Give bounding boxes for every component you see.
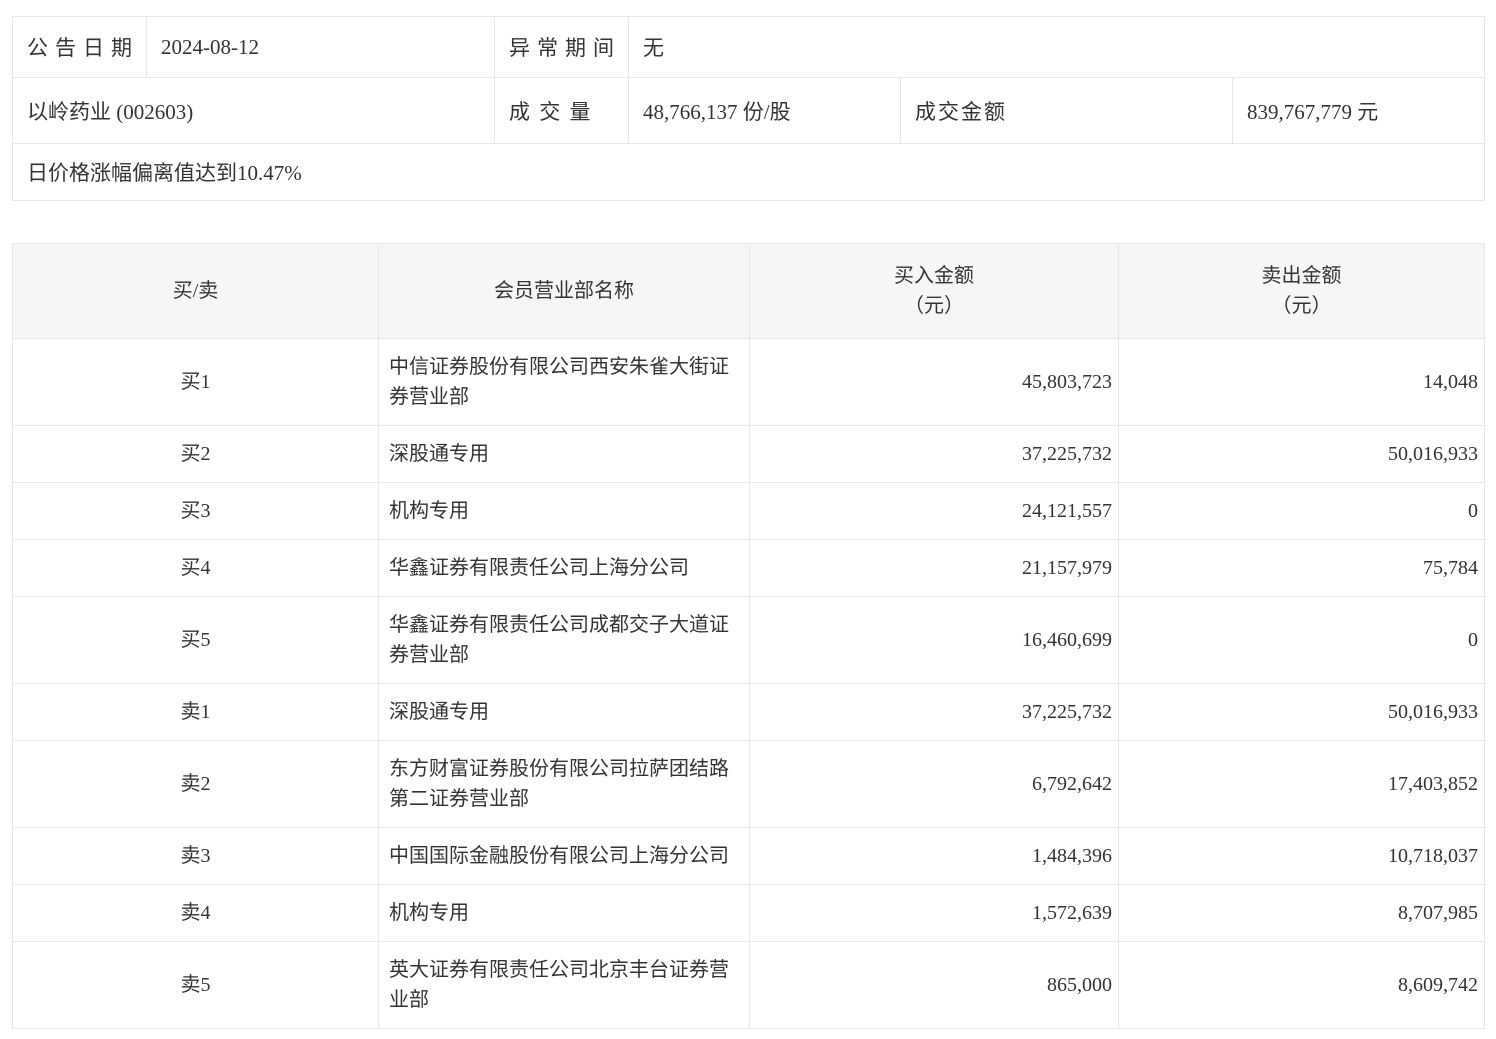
sell-amount-cell: 14,048 [1119,339,1485,426]
broker-seats-table: 买/卖 会员营业部名称 买入金额（元） 卖出金额（元） 买1 中信证券股份有限公… [12,243,1485,1029]
listing-reason: 日价格涨幅偏离值达到10.47% [13,144,1485,201]
table-row: 买1 中信证券股份有限公司西安朱雀大街证券营业部 45,803,723 14,0… [13,339,1485,426]
branch-name-cell: 中信证券股份有限公司西安朱雀大街证券营业部 [379,339,750,426]
branch-name-cell: 深股通专用 [379,684,750,741]
branch-name-cell: 英大证券有限责任公司北京丰台证券营业部 [379,942,750,1029]
header-branch: 会员营业部名称 [379,244,750,339]
branch-name-cell: 东方财富证券股份有限公司拉萨团结路第二证券营业部 [379,741,750,828]
table-row: 卖5 英大证券有限责任公司北京丰台证券营业部 865,000 8,609,742 [13,942,1485,1029]
volume-label: 成 交 量 [495,78,629,144]
header-side: 买/卖 [13,244,379,339]
branch-name-cell: 华鑫证券有限责任公司上海分公司 [379,540,750,597]
buy-amount-cell: 1,484,396 [750,828,1119,885]
header-buy-amount: 买入金额（元） [750,244,1119,339]
rank-cell: 卖3 [13,828,379,885]
page: 公告日期 2024-08-12 异常期间 无 以岭药业 (002603) 成 交… [0,0,1496,1039]
rank-cell: 买1 [13,339,379,426]
rank-cell: 卖4 [13,885,379,942]
summary-row-stock: 以岭药业 (002603) 成 交 量 48,766,137 份/股 成交金额 … [13,78,1485,144]
table-row: 买4 华鑫证券有限责任公司上海分公司 21,157,979 75,784 [13,540,1485,597]
buy-amount-cell: 6,792,642 [750,741,1119,828]
sell-amount-cell: 0 [1119,483,1485,540]
branch-name-cell: 中国国际金融股份有限公司上海分公司 [379,828,750,885]
table-row: 卖3 中国国际金融股份有限公司上海分公司 1,484,396 10,718,03… [13,828,1485,885]
summary-row-reason: 日价格涨幅偏离值达到10.47% [13,144,1485,201]
buy-amount-cell: 865,000 [750,942,1119,1029]
sell-amount-cell: 10,718,037 [1119,828,1485,885]
sell-amount-cell: 17,403,852 [1119,741,1485,828]
rank-cell: 买3 [13,483,379,540]
volume-value: 48,766,137 份/股 [629,78,901,144]
buy-amount-cell: 1,572,639 [750,885,1119,942]
table-header-row: 买/卖 会员营业部名称 买入金额（元） 卖出金额（元） [13,244,1485,339]
stock-name: 以岭药业 (002603) [13,78,495,144]
announce-date-label: 公告日期 [13,17,147,78]
sell-amount-cell: 50,016,933 [1119,426,1485,483]
rank-cell: 买5 [13,597,379,684]
rank-cell: 卖2 [13,741,379,828]
buy-amount-cell: 45,803,723 [750,339,1119,426]
sell-amount-cell: 8,609,742 [1119,942,1485,1029]
summary-table: 公告日期 2024-08-12 异常期间 无 以岭药业 (002603) 成 交… [12,16,1485,201]
turnover-value: 839,767,779 元 [1233,78,1485,144]
rank-cell: 买2 [13,426,379,483]
table-row: 卖4 机构专用 1,572,639 8,707,985 [13,885,1485,942]
sell-amount-cell: 75,784 [1119,540,1485,597]
buy-amount-cell: 21,157,979 [750,540,1119,597]
buy-amount-cell: 37,225,732 [750,426,1119,483]
header-sell-amount: 卖出金额（元） [1119,244,1485,339]
branch-name-cell: 华鑫证券有限责任公司成都交子大道证券营业部 [379,597,750,684]
rank-cell: 买4 [13,540,379,597]
buy-amount-cell: 24,121,557 [750,483,1119,540]
announce-date-value: 2024-08-12 [147,17,495,78]
abnormal-period-label: 异常期间 [495,17,629,78]
abnormal-period-value: 无 [629,17,1485,78]
sell-amount-cell: 8,707,985 [1119,885,1485,942]
table-row: 卖2 东方财富证券股份有限公司拉萨团结路第二证券营业部 6,792,642 17… [13,741,1485,828]
summary-row-date: 公告日期 2024-08-12 异常期间 无 [13,17,1485,78]
branch-name-cell: 深股通专用 [379,426,750,483]
rank-cell: 卖1 [13,684,379,741]
rank-cell: 卖5 [13,942,379,1029]
sell-amount-cell: 50,016,933 [1119,684,1485,741]
sell-amount-cell: 0 [1119,597,1485,684]
branch-name-cell: 机构专用 [379,885,750,942]
table-row: 买3 机构专用 24,121,557 0 [13,483,1485,540]
buy-amount-cell: 16,460,699 [750,597,1119,684]
table-row: 卖1 深股通专用 37,225,732 50,016,933 [13,684,1485,741]
table-row: 买2 深股通专用 37,225,732 50,016,933 [13,426,1485,483]
turnover-label: 成交金额 [901,78,1233,144]
buy-amount-cell: 37,225,732 [750,684,1119,741]
table-row: 买5 华鑫证券有限责任公司成都交子大道证券营业部 16,460,699 0 [13,597,1485,684]
branch-name-cell: 机构专用 [379,483,750,540]
